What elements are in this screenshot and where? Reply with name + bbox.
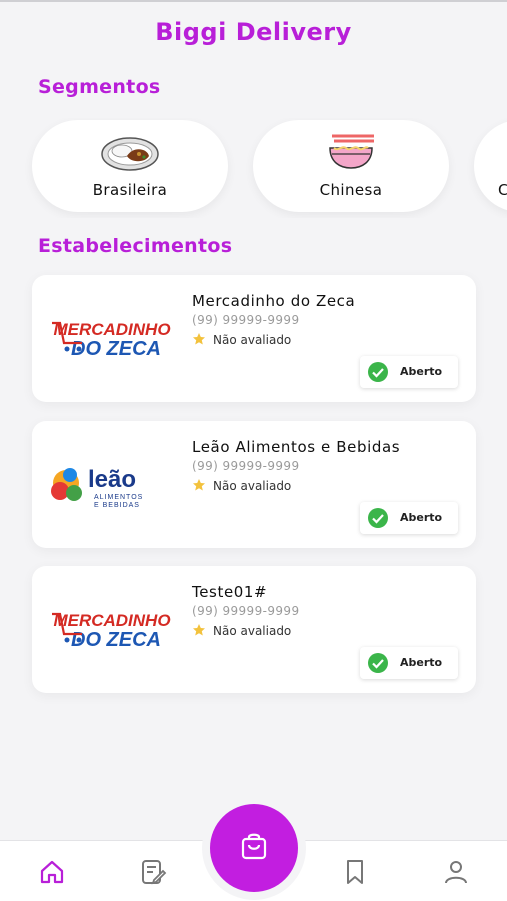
segment-card-partial[interactable]: C [474,120,507,212]
svg-text:DO ZECA: DO ZECA [71,338,161,360]
segments-title: Segmentos [38,76,161,98]
bookmark-icon[interactable] [341,858,369,886]
establishment-card[interactable]: MERCADINHO DO ZECA Mercadinho do Zeca (9… [32,275,476,402]
svg-text:MERCADINHO: MERCADINHO [53,611,170,630]
status-label: Aberto [400,511,443,524]
cart-fab-button[interactable] [210,804,298,892]
store-name: Mercadinho do Zeca [192,292,356,310]
store-phone: (99) 99999-9999 [192,604,300,618]
status-badge: Aberto [360,356,458,388]
establishment-card[interactable]: MERCADINHO DO ZECA Teste01# (99) 99999-9… [32,566,476,693]
store-name: Leão Alimentos e Bebidas [192,438,401,456]
segment-card-chinesa[interactable]: Chinesa [253,120,449,212]
rating: Não avaliado [192,478,291,493]
app-title: Biggi Delivery [155,18,352,46]
status-badge: Aberto [360,647,458,679]
store-phone: (99) 99999-9999 [192,313,300,327]
status-label: Aberto [400,365,443,378]
status-badge: Aberto [360,502,458,534]
svg-text:MERCADINHO: MERCADINHO [53,320,170,339]
rice-plate-icon [101,137,159,171]
check-circle-icon [368,653,388,673]
svg-text:DO ZECA: DO ZECA [71,629,161,651]
store-phone: (99) 99999-9999 [192,459,300,473]
rating-label: Não avaliado [213,333,292,347]
segments-carousel[interactable]: Brasileira Chinesa C [0,118,507,218]
establishment-card[interactable]: leão ALIMENTOS E BEBIDAS Leão Alimentos … [32,421,476,548]
svg-text:E BEBIDAS: E BEBIDAS [94,502,140,509]
rating-label: Não avaliado [213,624,292,638]
home-icon[interactable] [38,858,66,886]
rating: Não avaliado [192,623,291,638]
svg-text:ALIMENTOS: ALIMENTOS [94,494,143,501]
orders-icon[interactable] [139,858,167,886]
star-icon [193,624,205,636]
rating-label: Não avaliado [213,479,292,493]
user-icon[interactable] [442,858,470,886]
mercadinho-logo: MERCADINHO DO ZECA [52,320,171,360]
svg-text:leão: leão [88,466,136,493]
segment-label: Brasileira [92,181,168,199]
segment-label: Chinesa [319,181,383,199]
star-icon [193,333,205,345]
check-circle-icon [368,362,388,382]
segment-card-brasileira[interactable]: Brasileira [32,120,228,212]
mercadinho-logo: MERCADINHO DO ZECA [52,611,171,651]
leao-logo: leão ALIMENTOS E BEBIDAS [51,466,143,509]
noodle-bowl-icon [329,134,374,169]
top-divider [0,0,507,2]
store-name: Teste01# [192,583,268,601]
status-label: Aberto [400,656,443,669]
rating: Não avaliado [192,332,291,347]
star-icon [193,479,205,491]
check-circle-icon [368,508,388,528]
segment-label: C [498,181,507,199]
establishments-title: Estabelecimentos [38,235,233,257]
shopping-bag-icon [241,833,267,860]
